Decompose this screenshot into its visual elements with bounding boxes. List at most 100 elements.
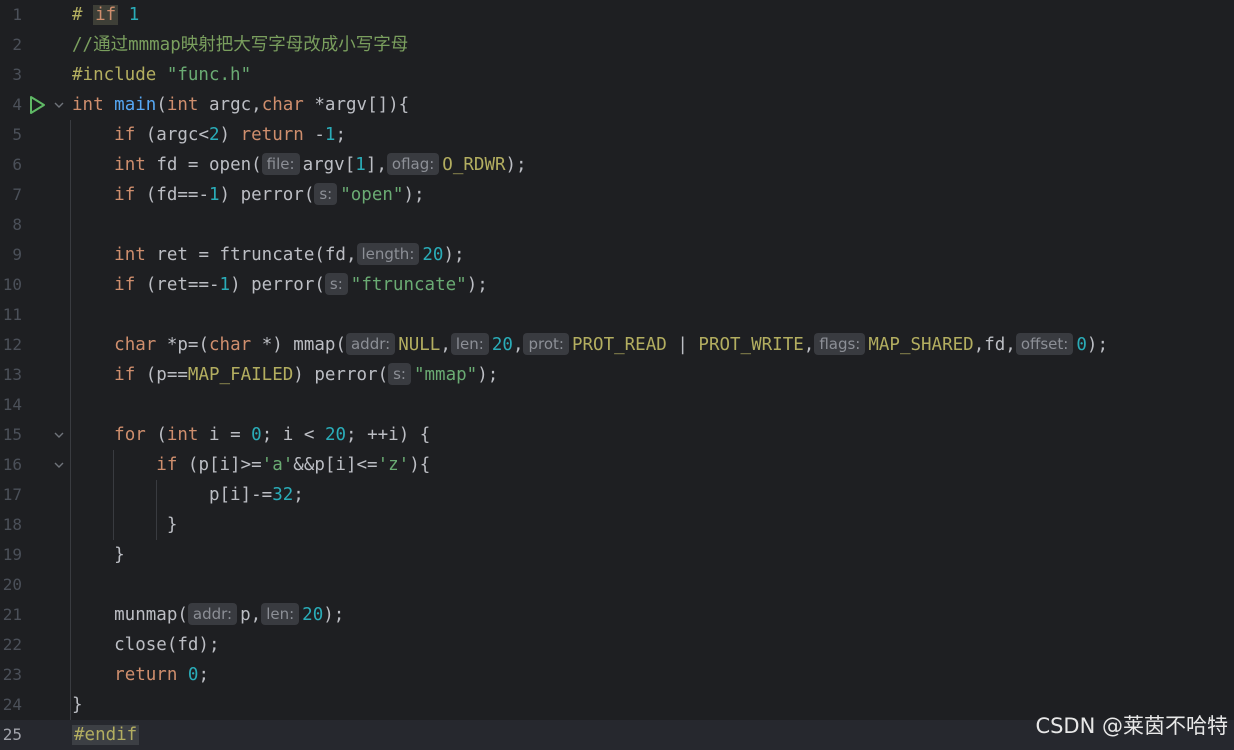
code-line[interactable]: 6 int fd = open(file: argv[1], oflag: O_RDW…: [0, 150, 1234, 180]
code-line[interactable]: 19 }: [0, 540, 1234, 570]
code-line[interactable]: 21 munmap(addr: p, len: 20);: [0, 600, 1234, 630]
code-line[interactable]: 17 p[i]-=32;: [0, 480, 1234, 510]
code-token: int: [166, 425, 210, 445]
code-text: if (fd==-1) perror(s: "open");: [72, 180, 425, 210]
code-token: );: [443, 245, 465, 265]
code-token: #include: [72, 65, 167, 85]
code-token: );: [505, 155, 527, 175]
code-token: ,fd,: [973, 335, 1016, 355]
code-token: 0: [251, 425, 262, 445]
fold-chevron-icon[interactable]: [53, 460, 65, 470]
code-text: }: [72, 690, 83, 720]
code-editor[interactable]: 25 #endif 24} 23 return 0; 22 close(fd); 21 m…: [0, 0, 1234, 750]
line-number: 5: [12, 125, 22, 144]
code-line[interactable]: 2 //通过mmmap映射把大写字母改成小写字母: [0, 30, 1234, 60]
code-token: 2: [208, 125, 220, 145]
code-line[interactable]: 20: [0, 570, 1234, 600]
fold-chevron-icon[interactable]: [53, 430, 65, 440]
code-token: *argv[]){: [314, 95, 410, 115]
code-token: 32: [272, 485, 294, 505]
line-number: 21: [2, 605, 22, 624]
parameter-hint: len:: [261, 603, 300, 625]
line-number: 7: [12, 185, 22, 204]
code-line[interactable]: 7 if (fd==-1) perror(s: "open");: [0, 180, 1234, 210]
line-number: 12: [2, 335, 22, 354]
code-token: }: [72, 545, 125, 565]
code-line[interactable]: 16 if (p[i]>='a'&&p[i]<='z'){: [0, 450, 1234, 480]
code-line[interactable]: 11: [0, 300, 1234, 330]
code-line[interactable]: 10 if (ret==-1) perror(s: "ftruncate");: [0, 270, 1234, 300]
code-token: char: [209, 335, 262, 355]
code-token: );: [403, 185, 425, 205]
code-token: ) perror(: [293, 365, 389, 385]
code-token: #: [72, 5, 94, 25]
line-number: 11: [2, 305, 22, 324]
code-text: char *p=(char *) mmap(addr: NULL, len: 20, p…: [72, 330, 1108, 360]
code-line[interactable]: 12 char *p=(char *) mmap(addr: NULL, len: 2…: [0, 330, 1234, 360]
code-token: int: [166, 95, 210, 115]
code-token: ){: [409, 455, 431, 475]
code-text: return 0;: [72, 660, 209, 690]
code-token: ; ++i) {: [346, 425, 431, 445]
code-text: #include "func.h": [72, 60, 251, 90]
code-text: if (p[i]>='a'&&p[i]<='z'){: [72, 450, 430, 480]
code-text: int ret = ftruncate(fd, length: 20);: [72, 240, 465, 270]
code-line[interactable]: 9 int ret = ftruncate(fd, length: 20);: [0, 240, 1234, 270]
code-token: 1: [324, 125, 336, 145]
code-line[interactable]: 22 close(fd);: [0, 630, 1234, 660]
code-token: 映射把大写字母改成小写字母: [180, 35, 409, 55]
code-token: 'z': [377, 455, 410, 475]
line-number: 8: [12, 215, 22, 234]
code-token: if: [114, 185, 146, 205]
line-number: 16: [2, 455, 22, 474]
code-token: if: [156, 455, 188, 475]
parameter-hint: s:: [388, 363, 411, 385]
parameter-hint: file:: [261, 153, 300, 175]
code-token: *) mmap(: [261, 335, 346, 355]
code-token: int: [114, 245, 157, 265]
code-text: p[i]-=32;: [72, 480, 304, 510]
code-line[interactable]: 13 if (p==MAP_FAILED) perror(s: "mmap");: [0, 360, 1234, 390]
code-token: p[i]-=: [72, 485, 273, 505]
code-token: i =: [209, 425, 252, 445]
code-line[interactable]: 23 return 0;: [0, 660, 1234, 690]
code-token: (: [156, 425, 167, 445]
code-text: }: [72, 540, 125, 570]
code-token: if: [114, 275, 146, 295]
code-token: MAP_SHARED: [868, 335, 974, 355]
code-line[interactable]: 4 int main(int argc,char *argv[]){: [0, 90, 1234, 120]
line-number: 4: [12, 95, 22, 114]
parameter-hint: s:: [324, 273, 348, 295]
indent-guide: [113, 450, 114, 540]
fold-chevron-icon[interactable]: [53, 100, 65, 110]
code-token: int: [114, 155, 157, 175]
run-icon[interactable]: [28, 96, 46, 114]
code-line[interactable]: 14: [0, 390, 1234, 420]
code-token: *p=(: [166, 335, 209, 355]
code-line[interactable]: 18 }: [0, 510, 1234, 540]
code-line[interactable]: 15 for (int i = 0; i < 20; ++i) {: [0, 420, 1234, 450]
code-token: ) perror(: [230, 275, 325, 295]
code-token: }: [72, 515, 178, 535]
code-token: #endif: [72, 725, 140, 745]
code-line[interactable]: 3 #include "func.h": [0, 60, 1234, 90]
code-token: "open": [340, 185, 404, 205]
code-token: 1: [208, 185, 220, 205]
code-token: 20: [324, 425, 347, 445]
csdn-watermark: CSDN @莱茵不哈特: [1035, 714, 1228, 738]
parameter-hint: length:: [356, 243, 420, 265]
parameter-hint: addr:: [345, 333, 396, 355]
code-line[interactable]: 5 if (argc<2) return -1;: [0, 120, 1234, 150]
line-number: 18: [2, 515, 22, 534]
code-text: # if 1: [72, 0, 139, 30]
code-token: ;: [198, 665, 210, 685]
code-text: int fd = open(file: argv[1], oflag: O_RDWR)…: [72, 150, 527, 180]
code-line[interactable]: 1 # if 1: [0, 0, 1234, 30]
code-token: }: [72, 695, 83, 715]
code-token: ;: [335, 125, 347, 145]
code-line[interactable]: 8: [0, 210, 1234, 240]
